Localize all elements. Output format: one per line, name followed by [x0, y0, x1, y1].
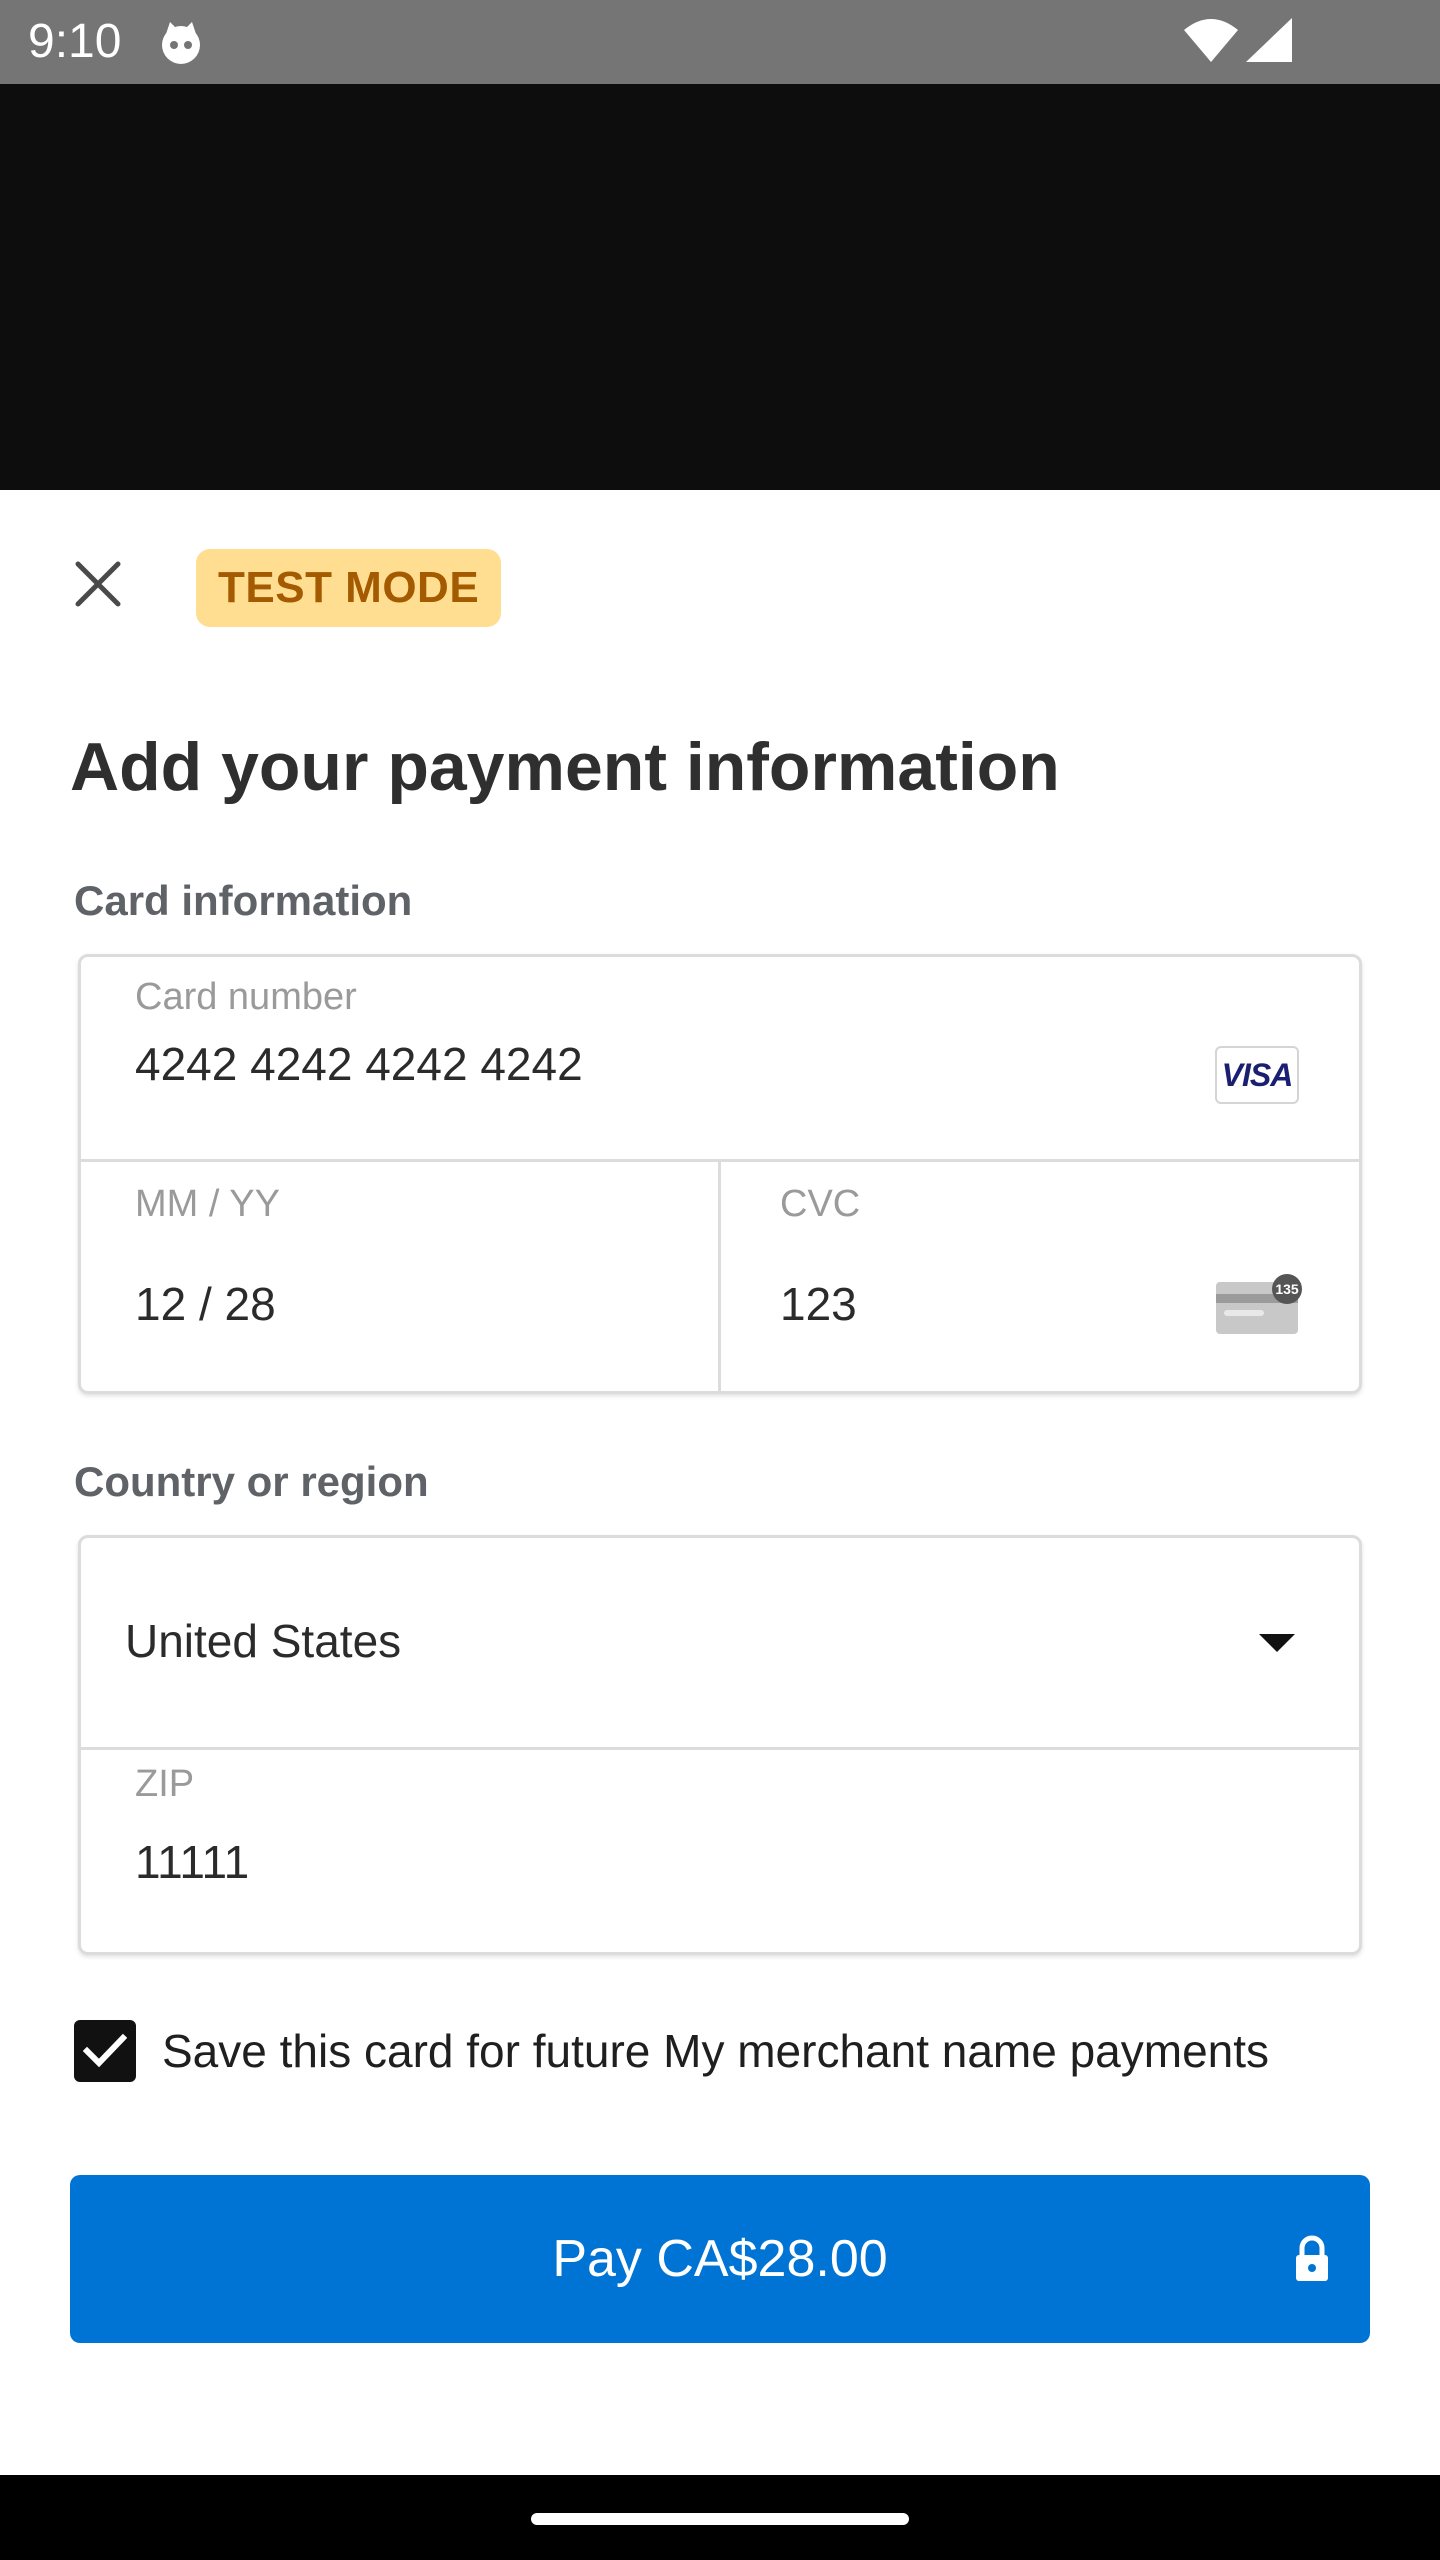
card-information-label: Card information [74, 877, 413, 924]
save-card-option[interactable]: Save this card for future My merchant na… [74, 2016, 1269, 2086]
card-number-value[interactable]: 4242 4242 4242 4242 [135, 1037, 583, 1091]
cvc-value[interactable]: 123 [780, 1277, 857, 1331]
notification-cat-icon [162, 22, 200, 64]
country-value: United States [125, 1615, 402, 1667]
navigation-bar [0, 2475, 1440, 2560]
svg-text:135: 135 [1275, 1281, 1299, 1297]
status-time: 9:10 [28, 15, 122, 68]
zip-label: ZIP [135, 1763, 195, 1805]
cvc-card-back-icon: 135 [1216, 1274, 1302, 1334]
checkmark-icon [83, 2033, 127, 2068]
country-select[interactable]: United States [81, 1538, 1359, 1750]
card-information-box: Card number 4242 4242 4242 4242 VISA MM … [78, 954, 1362, 1394]
expiry-date-label: MM / YY [135, 1183, 280, 1225]
payment-sheet: TEST MODE Add your payment information C… [0, 490, 1440, 2475]
wifi-icon [1184, 19, 1238, 62]
cellular-signal-icon [1246, 18, 1292, 62]
dimmed-backdrop[interactable] [0, 84, 1440, 490]
expiry-date-value[interactable]: 12 / 28 [135, 1277, 276, 1331]
close-button[interactable] [58, 544, 138, 624]
cvc-field[interactable]: CVC 123 135 [724, 1162, 1362, 1391]
test-mode-badge: TEST MODE [196, 549, 502, 627]
country-region-label: Country or region [74, 1458, 429, 1505]
status-bar: 9:10 [0, 0, 1440, 84]
zip-field[interactable]: ZIP 11111 [81, 1750, 1359, 1952]
dropdown-arrow-icon [1259, 1634, 1295, 1652]
page-title: Add your payment information [70, 729, 1060, 805]
card-number-field[interactable]: Card number 4242 4242 4242 4242 VISA [81, 957, 1359, 1162]
save-card-label: Save this card for future My merchant na… [162, 2025, 1270, 2077]
cvc-label: CVC [780, 1183, 861, 1225]
lock-icon [1296, 2235, 1328, 2281]
close-icon [75, 561, 121, 607]
zip-value[interactable]: 11111 [135, 1835, 249, 1889]
expiry-date-field[interactable]: MM / YY 12 / 28 [81, 1162, 721, 1391]
pay-button[interactable]: Pay CA$28.00 [70, 2175, 1370, 2343]
billing-address-box: United States ZIP 11111 [78, 1535, 1362, 1955]
pay-button-label: Pay CA$28.00 [552, 2230, 888, 2288]
card-number-label: Card number [135, 976, 357, 1018]
save-card-checkbox[interactable] [74, 2020, 136, 2082]
home-indicator[interactable] [531, 2513, 909, 2525]
visa-card-brand-icon: VISA [1215, 1046, 1299, 1104]
